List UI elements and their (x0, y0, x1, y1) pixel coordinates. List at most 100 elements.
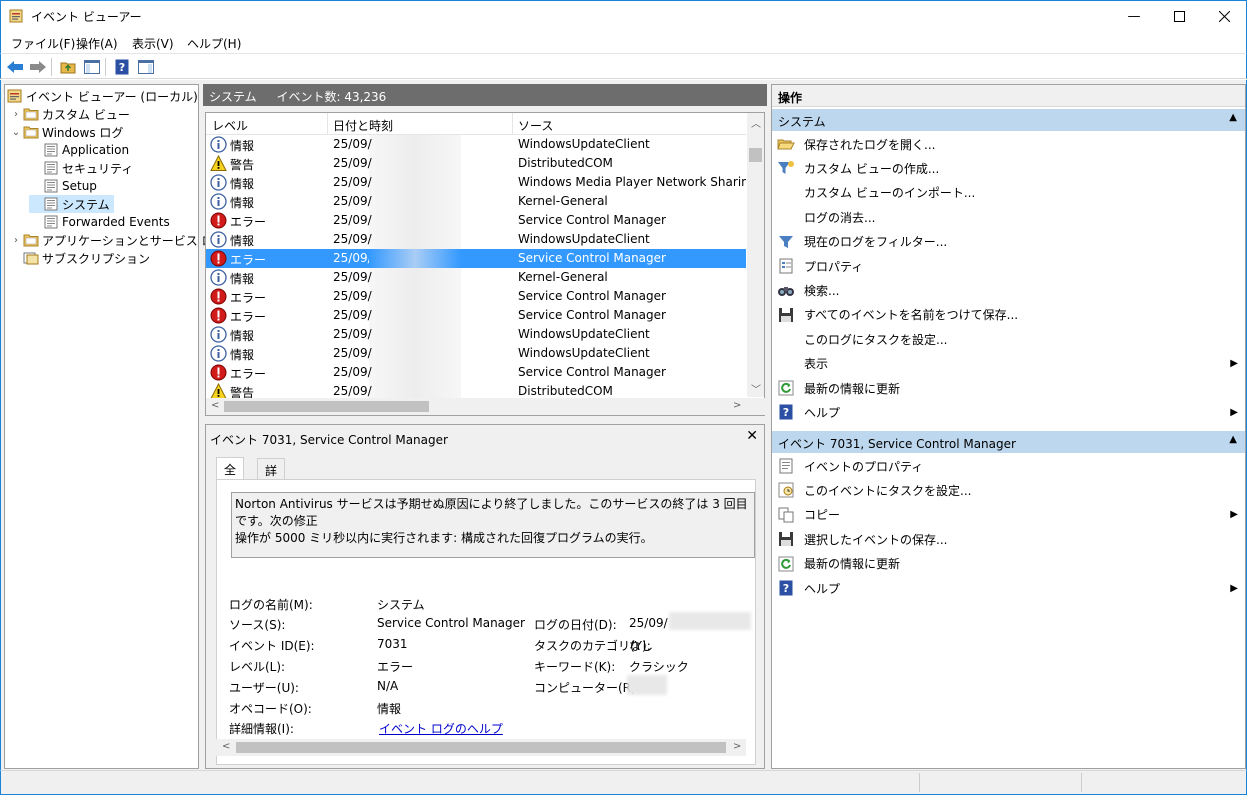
event-list-hscroll[interactable]: < > (206, 398, 766, 415)
actions-pane: 操作 システム ▲ 保存されたログを開く... カスタム ビューの作成... カスタ… (771, 84, 1246, 769)
open-folder-icon (776, 136, 796, 152)
event-detail-pane: イベント 7031, Service Control Manager ✕ 全般 … (205, 424, 765, 769)
action-item[interactable]: 検索... (776, 279, 1242, 301)
subscription-icon (23, 251, 39, 265)
maximize-button[interactable] (1156, 1, 1202, 31)
tree-item[interactable]: Application (29, 141, 129, 159)
scroll-right-icon[interactable]: > (733, 400, 741, 411)
tree-item[interactable]: イベント ビューアー (ローカル) (7, 87, 198, 105)
action-item[interactable]: 保存されたログを開く... (776, 133, 1242, 155)
scroll-left-icon[interactable]: < (211, 400, 219, 411)
action-item[interactable]: カスタム ビューの作成... (776, 157, 1242, 179)
action-item[interactable]: 表示 ▶ (776, 353, 1242, 375)
tree-item[interactable]: Forwarded Events (29, 213, 170, 231)
chevron-right-icon[interactable]: › (9, 109, 23, 120)
action-item[interactable]: すべてのイベントを名前をつけて保存... (776, 304, 1242, 326)
event-row[interactable]: エラー 25/09/Service Control Manager (206, 249, 746, 268)
info-level-icon (210, 269, 227, 286)
detail-close-icon[interactable]: ✕ (746, 428, 758, 444)
event-log-help-link[interactable]: イベント ログのヘルプ (379, 720, 503, 737)
log-header: システム イベント数: 43,236 (203, 84, 767, 106)
actions-section-log[interactable]: システム ▲ (772, 109, 1245, 131)
show-hide-tree-button[interactable] (82, 57, 102, 77)
event-source: Service Control Manager (518, 365, 666, 379)
minimize-button[interactable]: — (1111, 1, 1157, 31)
detail-scroll-left-icon[interactable]: < (222, 741, 230, 752)
menu-view[interactable]: 表示(V) (132, 35, 174, 52)
event-date: 25/09/ (333, 308, 372, 322)
action-item[interactable]: プロパティ (776, 255, 1242, 277)
event-source: Service Control Manager (518, 251, 666, 265)
column-date[interactable]: 日付と時刻 (333, 117, 393, 134)
tree-item[interactable]: システム (29, 195, 114, 213)
event-row[interactable]: エラー 25/09/Service Control Manager (206, 211, 746, 230)
column-level[interactable]: レベル (212, 117, 248, 134)
tree-item-label: イベント ビューアー (ローカル) (26, 89, 198, 104)
more-info-label: 詳細情報(I): (229, 722, 294, 736)
info-level-icon (210, 231, 227, 248)
tree-item[interactable]: › カスタム ビュー (9, 105, 130, 123)
tree-item[interactable]: サブスクリプション (9, 249, 150, 267)
computer-label: コンピューター(R): (534, 681, 640, 695)
action-item[interactable]: ログの消去... (776, 206, 1242, 228)
event-date: 25/09/ (333, 289, 372, 303)
help-icon: ? (115, 59, 129, 75)
tab-details[interactable]: 詳細 (257, 458, 286, 495)
tree-item-label: Windows ログ (42, 125, 124, 140)
action-item[interactable]: このログにタスクを設定... (776, 328, 1242, 350)
actions-section-event[interactable]: イベント 7031, Service Control Manager ▲ (772, 431, 1245, 453)
tab-general[interactable]: 全般 (216, 457, 245, 494)
tree-item[interactable]: › アプリケーションとサービス ログ (9, 231, 226, 249)
event-list-vscroll[interactable]: ︿ ﹀ (747, 113, 764, 397)
event-row[interactable]: 情報 25/09/Kernel-General (206, 192, 746, 211)
tree-item[interactable]: セキュリティ (29, 159, 133, 177)
action-item[interactable]: 選択したイベントの保存... (776, 528, 1242, 550)
scroll-up-icon[interactable]: ︿ (751, 115, 761, 130)
event-row[interactable]: 情報 25/09/Windows Media Player Network Sha… (206, 173, 746, 192)
event-row[interactable]: 情報 25/09/WindowsUpdateClient (206, 344, 746, 363)
tree-item-label: システム (62, 197, 110, 212)
forward-button[interactable] (28, 57, 48, 77)
event-row[interactable]: エラー 25/09/Service Control Manager (206, 287, 746, 306)
close-button[interactable] (1201, 1, 1247, 31)
action-item[interactable]: コピー ▶ (776, 504, 1242, 526)
event-row[interactable]: 情報 25/09/WindowsUpdateClient (206, 325, 746, 344)
event-row[interactable]: 警告 25/09/DistributedCOM (206, 154, 746, 173)
action-item[interactable]: 最新の情報に更新 (776, 553, 1242, 575)
action-item[interactable]: カスタム ビューのインポート... (776, 182, 1242, 204)
show-hide-action-pane-button[interactable] (136, 57, 156, 77)
menu-action[interactable]: 操作(A) (76, 35, 118, 52)
column-source[interactable]: ソース (518, 117, 553, 134)
chevron-right-icon[interactable]: › (9, 235, 23, 246)
collapse-icon[interactable]: ▲ (1229, 434, 1237, 445)
action-item[interactable]: ? ヘルプ ▶ (776, 401, 1242, 423)
action-item[interactable]: イベントのプロパティ (776, 455, 1242, 477)
log-icon (43, 215, 59, 229)
collapse-icon[interactable]: ▲ (1229, 112, 1237, 123)
menu-help[interactable]: ヘルプ(H) (187, 35, 241, 52)
tree-item-label: アプリケーションとサービス ログ (42, 233, 226, 248)
detail-hscroll[interactable]: < > (216, 739, 746, 756)
action-item[interactable]: 最新の情報に更新 (776, 377, 1242, 399)
help-button[interactable]: ? (112, 57, 132, 77)
back-button[interactable] (5, 57, 25, 77)
action-label: コピー (804, 508, 841, 523)
binoculars-icon (776, 282, 796, 298)
scroll-down-icon[interactable]: ﹀ (751, 381, 761, 396)
event-row[interactable]: 情報 25/09/WindowsUpdateClient (206, 135, 746, 154)
info-level-icon (210, 326, 227, 343)
event-row[interactable]: 情報 25/09/Kernel-General (206, 268, 746, 287)
event-row[interactable]: エラー 25/09/Service Control Manager (206, 306, 746, 325)
chevron-down-icon[interactable]: ⌄ (9, 127, 23, 138)
action-item[interactable]: ? ヘルプ ▶ (776, 577, 1242, 599)
event-row[interactable]: 情報 25/09/WindowsUpdateClient (206, 230, 746, 249)
menu-file[interactable]: ファイル(F) (11, 35, 75, 52)
action-item[interactable]: 現在のログをフィルター... (776, 231, 1242, 253)
tree-item[interactable]: ⌄ Windows ログ (9, 123, 124, 141)
action-item[interactable]: このイベントにタスクを設定... (776, 479, 1242, 501)
tree-item[interactable]: Setup (29, 177, 97, 195)
up-folder-button[interactable] (58, 57, 78, 77)
event-row[interactable]: エラー 25/09/Service Control Manager (206, 363, 746, 382)
detail-scroll-right-icon[interactable]: > (733, 741, 741, 752)
event-date: 25/09/ (333, 232, 372, 246)
